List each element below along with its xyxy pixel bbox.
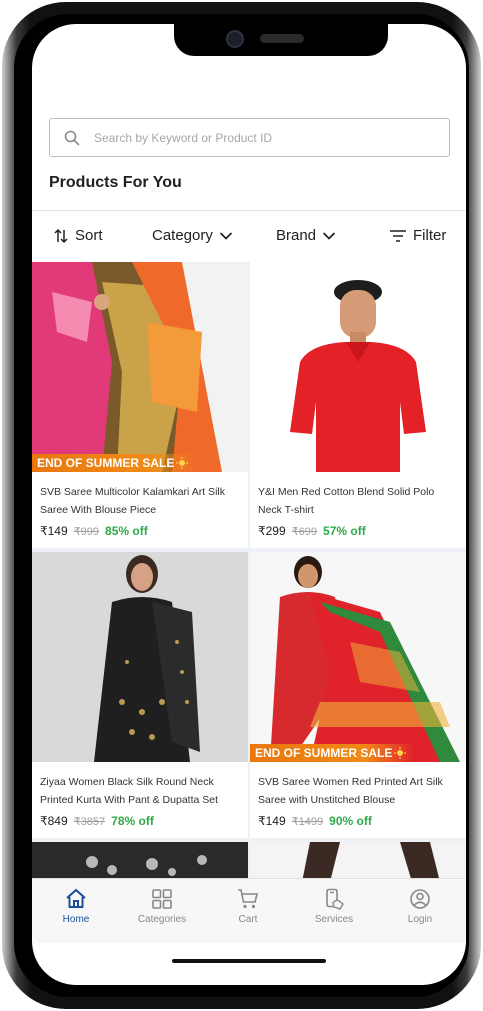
grid-icon: [152, 889, 172, 909]
brand-dropdown[interactable]: Brand: [276, 227, 336, 244]
price-mrp: ₹699: [291, 526, 318, 538]
sun-icon: [394, 747, 407, 759]
search-bar[interactable]: [49, 118, 450, 157]
product-price: ₹849 ₹3857 78% off: [40, 814, 154, 828]
product-image: [250, 262, 466, 472]
filter-label: Filter: [413, 227, 447, 244]
product-price: ₹149 ₹999 85% off: [40, 524, 148, 538]
section-title: Products For You: [49, 174, 182, 191]
chevron-down-icon: [219, 231, 232, 240]
user-icon: [410, 889, 430, 909]
product-image: [32, 842, 248, 878]
nav-home[interactable]: Home: [36, 888, 116, 925]
product-title: SVB Saree Women Red Printed Art Silk Sar…: [258, 776, 443, 806]
product-card[interactable]: END OF SUMMER SALE SVB Saree Multicolor …: [32, 262, 248, 548]
sort-icon: [54, 228, 68, 243]
product-card[interactable]: [32, 842, 248, 878]
sale-banner: END OF SUMMER SALE: [32, 454, 197, 472]
price-current: ₹149: [258, 814, 286, 828]
price-mrp: ₹999: [73, 526, 100, 538]
nav-home-label: Home: [62, 914, 90, 925]
product-image: END OF SUMMER SALE: [250, 552, 466, 762]
nav-categories-label: Categories: [137, 914, 187, 925]
nav-login-label: Login: [407, 914, 433, 925]
product-price: ₹299 ₹699 57% off: [258, 524, 366, 538]
discount-label: 90% off: [329, 814, 372, 828]
sun-icon: [176, 457, 189, 469]
price-current: ₹299: [258, 524, 286, 538]
category-dropdown[interactable]: Category: [152, 227, 233, 244]
sort-button[interactable]: Sort: [53, 227, 103, 244]
price-current: ₹849: [40, 814, 68, 828]
nav-login[interactable]: Login: [380, 888, 460, 925]
cart-icon: [238, 889, 259, 909]
home-icon: [66, 888, 86, 908]
product-image: END OF SUMMER SALE: [32, 262, 248, 472]
sort-label: Sort: [75, 227, 103, 244]
sale-banner-text: END OF SUMMER SALE: [37, 456, 175, 470]
discount-label: 85% off: [105, 524, 148, 538]
chevron-down-icon: [322, 231, 336, 240]
nav-services-label: Services: [314, 914, 354, 925]
price-mrp: ₹1499: [291, 816, 324, 828]
filter-icon: [390, 229, 406, 242]
product-image: [32, 552, 248, 762]
product-price: ₹149 ₹1499 90% off: [258, 814, 372, 828]
product-card[interactable]: END OF SUMMER SALE SVB Saree Women Red P…: [250, 552, 466, 838]
price-current: ₹149: [40, 524, 68, 538]
nav-categories[interactable]: Categories: [122, 888, 202, 925]
services-icon: [326, 888, 344, 910]
sale-banner: END OF SUMMER SALE: [250, 744, 415, 762]
phone-notch: [174, 24, 388, 56]
product-card[interactable]: Ziyaa Women Black Silk Round Neck Printe…: [32, 552, 248, 838]
divider: [32, 210, 466, 211]
category-label: Category: [152, 227, 213, 244]
product-card[interactable]: Y&I Men Red Cotton Blend Solid Polo Neck…: [250, 262, 466, 548]
nav-services[interactable]: Services: [294, 888, 374, 925]
product-title: Ziyaa Women Black Silk Round Neck Printe…: [40, 776, 219, 806]
nav-cart[interactable]: Cart: [208, 888, 288, 925]
product-grid: END OF SUMMER SALE SVB Saree Multicolor …: [32, 262, 466, 878]
discount-label: 78% off: [111, 814, 154, 828]
search-input[interactable]: [94, 130, 449, 145]
sale-banner-text: END OF SUMMER SALE: [255, 746, 393, 760]
discount-label: 57% off: [323, 524, 366, 538]
nav-cart-label: Cart: [238, 914, 258, 925]
home-indicator[interactable]: [172, 959, 326, 963]
bottom-nav: Home Categories Cart Services Login: [32, 878, 466, 943]
product-image: [250, 842, 466, 878]
brand-label: Brand: [276, 227, 317, 244]
filter-button[interactable]: Filter: [389, 227, 446, 244]
search-icon: [64, 130, 80, 145]
price-mrp: ₹3857: [73, 816, 106, 828]
product-card[interactable]: [250, 842, 466, 878]
speaker-grille: [260, 34, 304, 43]
sort-filter-toolbar: Sort Category Brand Filter: [32, 222, 466, 254]
camera-icon: [226, 30, 244, 48]
product-title: Y&I Men Red Cotton Blend Solid Polo Neck…: [258, 486, 435, 516]
product-title: SVB Saree Multicolor Kalamkari Art Silk …: [40, 486, 225, 516]
app-screen: Products For You Sort Category Brand: [32, 24, 466, 985]
